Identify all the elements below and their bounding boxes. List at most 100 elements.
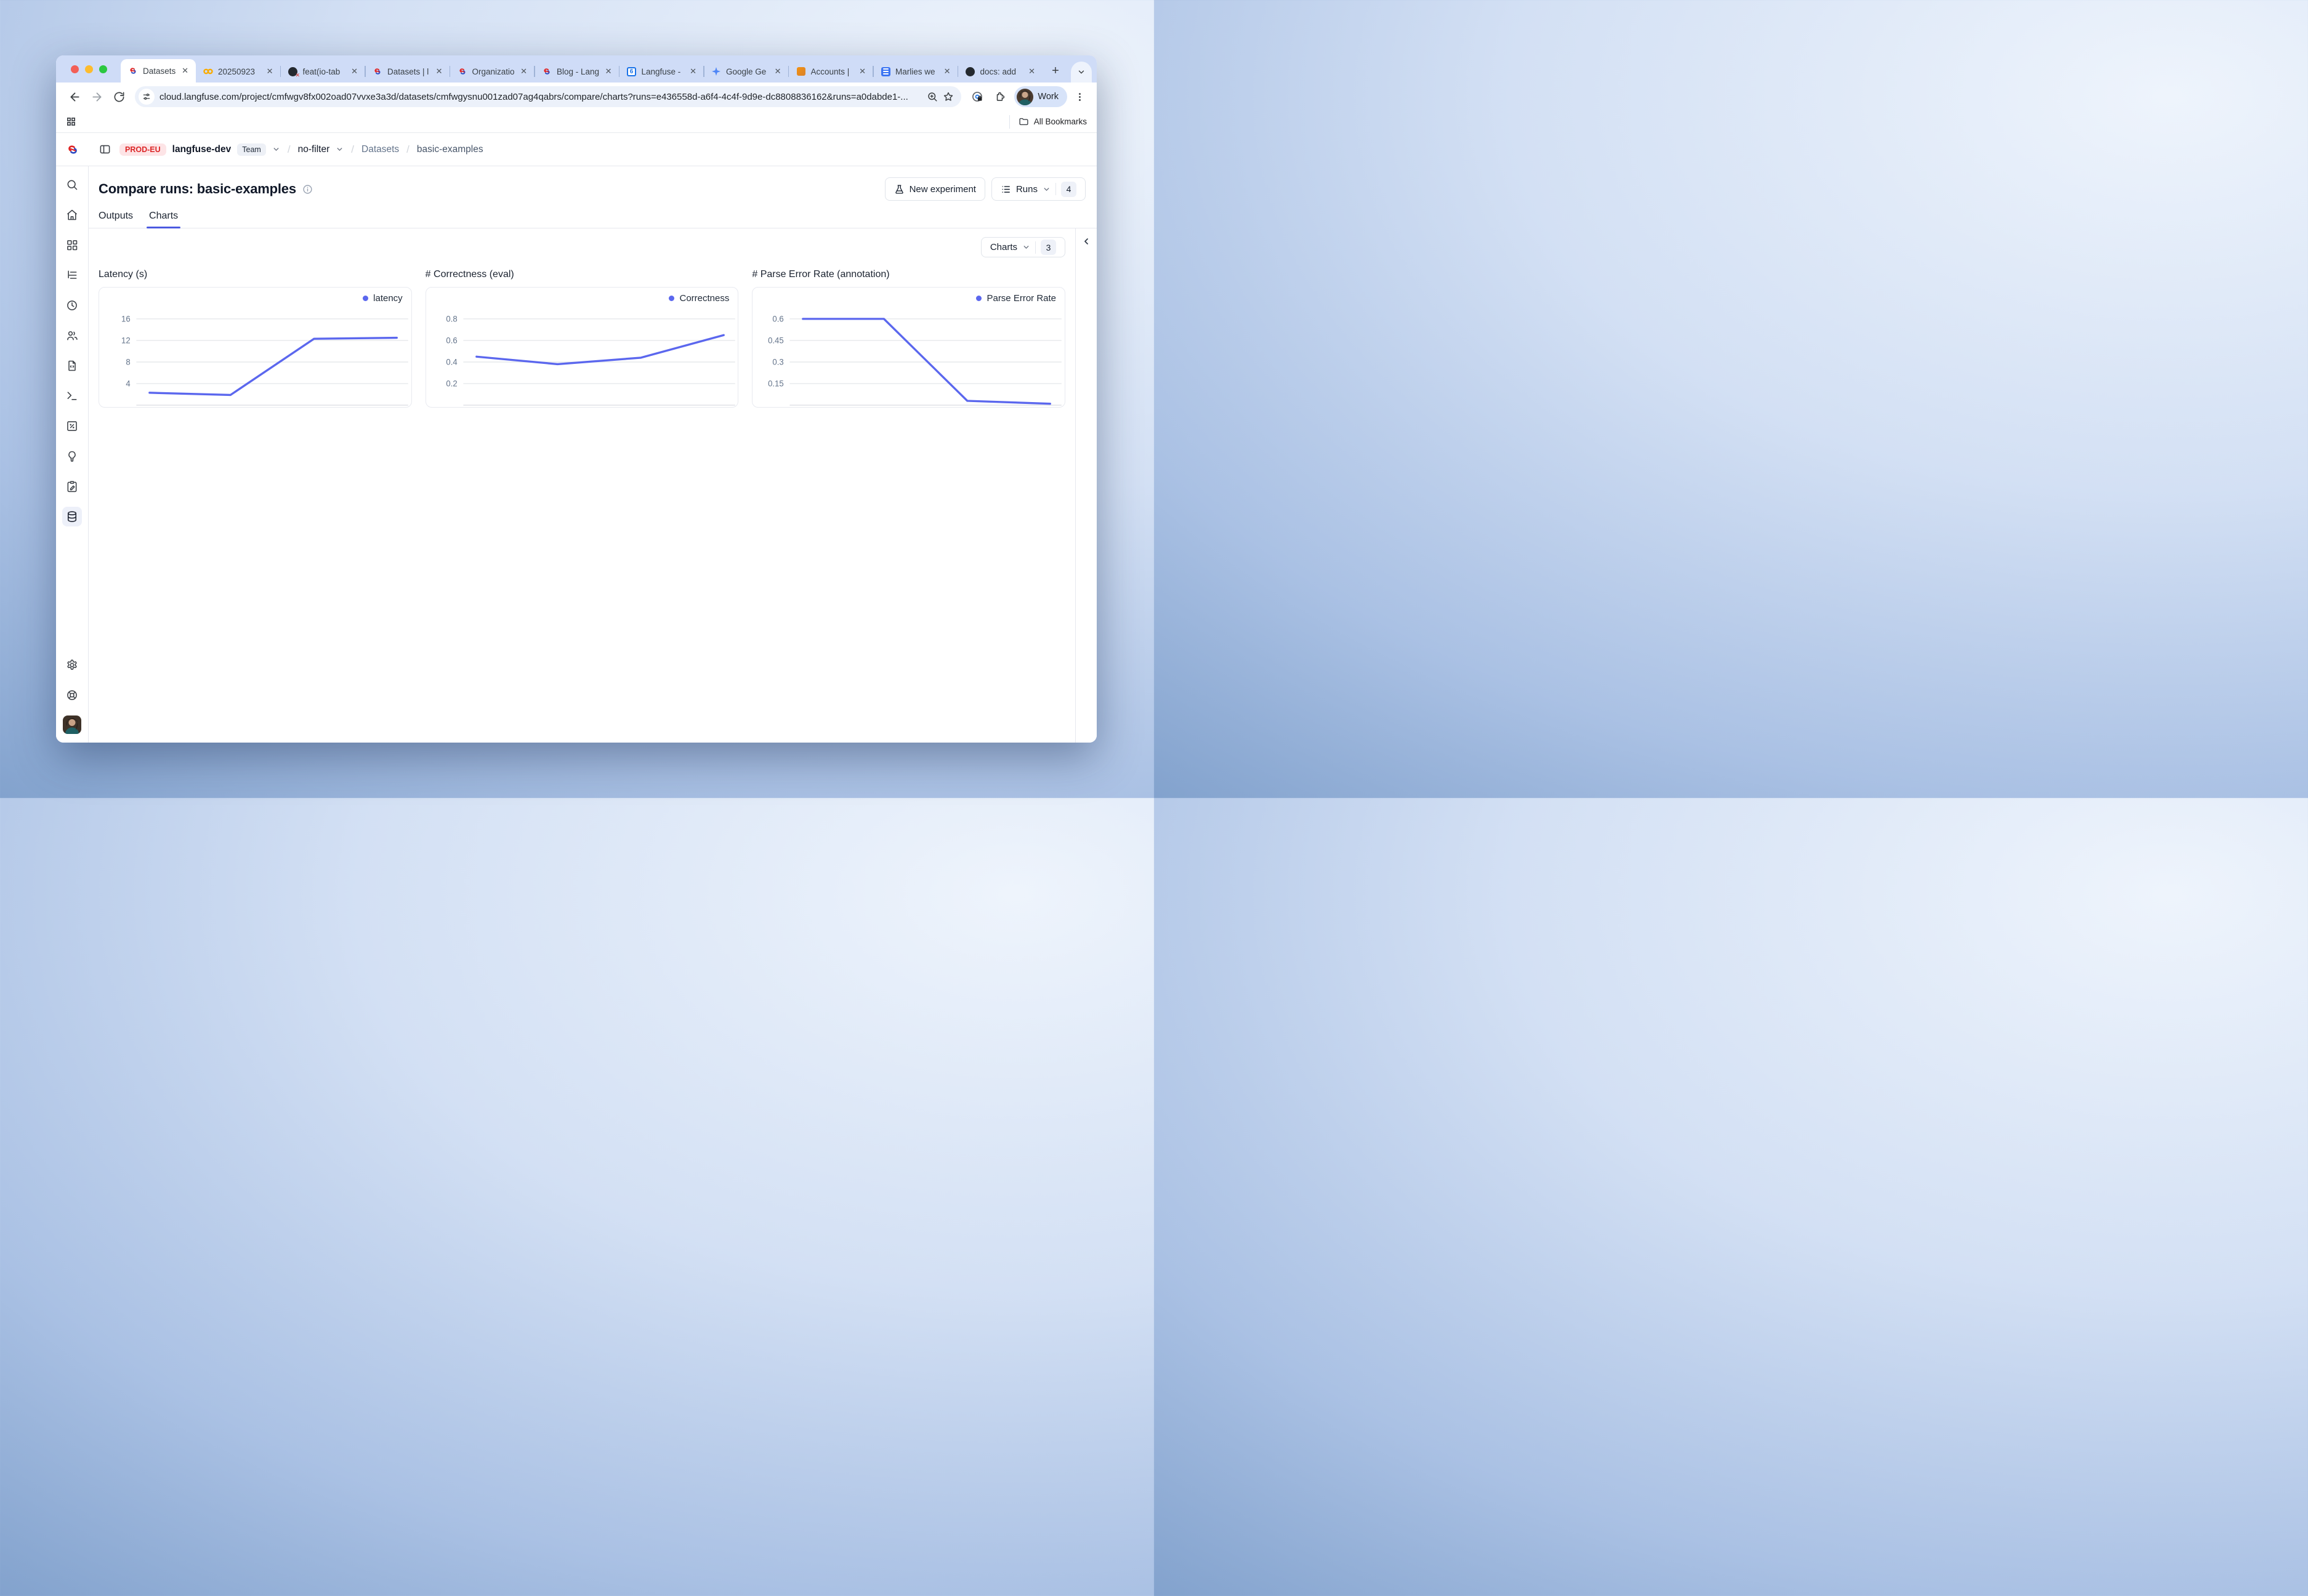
forward-arrow-icon [91, 91, 103, 103]
tab-title: Datasets | l [387, 67, 430, 76]
sidebar-item-settings[interactable] [62, 655, 82, 675]
tab-outputs[interactable]: Outputs [99, 211, 133, 228]
url-bar[interactable]: cloud.langfuse.com/project/cmfwgv8fx002o… [135, 86, 961, 107]
collapse-panel-chevron-icon[interactable] [1081, 236, 1091, 246]
bookmark-star-icon[interactable] [943, 91, 954, 102]
reload-button[interactable] [109, 87, 129, 107]
user-avatar[interactable] [63, 715, 81, 734]
close-tab-icon[interactable]: ✕ [350, 66, 359, 76]
minimize-window-button[interactable] [85, 65, 93, 73]
right-rail [1076, 228, 1097, 743]
browser-tab[interactable]: feat(io-tab ✕ [281, 60, 366, 83]
terminal-icon [66, 390, 78, 402]
clipboard-pen-icon [66, 480, 78, 493]
window-controls [56, 55, 121, 83]
svg-text:12: 12 [121, 336, 131, 345]
list-tree-icon [66, 269, 78, 281]
breadcrumb-separator: / [286, 143, 292, 156]
breadcrumb-dataset-name[interactable]: basic-examples [417, 144, 483, 155]
close-tab-icon[interactable]: ✕ [435, 66, 444, 76]
close-tab-icon[interactable]: ✕ [604, 66, 613, 76]
chart-section: # Parse Error Rate (annotation) 0.150.30… [752, 269, 1065, 408]
sidebar-item-home[interactable] [62, 205, 82, 225]
forward-button[interactable] [87, 87, 107, 107]
page-title: Compare runs: basic-examples [99, 181, 296, 197]
project-name[interactable]: no-filter [298, 144, 330, 155]
close-tab-icon[interactable]: ✕ [943, 66, 952, 76]
maximize-window-button[interactable] [99, 65, 107, 73]
password-manager-icon[interactable] [967, 87, 987, 107]
app-header: PROD-EU langfuse-dev Team / no-filter / … [56, 133, 1097, 166]
sidebar-item-sessions[interactable] [62, 296, 82, 315]
org-switcher-chevron-icon[interactable] [272, 145, 280, 153]
sidebar-item-tracing[interactable] [62, 265, 82, 285]
folder-icon [1019, 116, 1029, 127]
search-icon [66, 179, 78, 191]
project-switcher-chevron-icon[interactable] [336, 145, 344, 153]
sidebar-item-users[interactable] [62, 326, 82, 345]
sidebar-toggle-button[interactable] [96, 141, 113, 158]
browser-tab[interactable]: docs: add ✕ [958, 60, 1043, 83]
close-tab-icon[interactable]: ✕ [519, 66, 528, 76]
chart-title: # Parse Error Rate (annotation) [752, 269, 1065, 280]
close-tab-icon[interactable]: ✕ [180, 66, 190, 76]
sidebar-item-annotation[interactable] [62, 477, 82, 496]
zoom-in-icon[interactable] [927, 91, 938, 102]
legend-dot-icon [669, 296, 674, 301]
tab-search-button[interactable] [1071, 62, 1092, 83]
svg-text:0.4: 0.4 [446, 357, 457, 366]
close-tab-icon[interactable]: ✕ [773, 66, 783, 76]
browser-tab[interactable]: Datasets | l ✕ [365, 60, 450, 83]
info-icon[interactable] [302, 184, 313, 195]
chart-card: 0.20.40.60.8 Correctness [426, 287, 739, 408]
runs-dropdown-button[interactable]: Runs 4 [991, 177, 1086, 201]
env-badge: PROD-EU [119, 143, 166, 156]
sidebar-item-suggestions[interactable] [62, 446, 82, 466]
svg-text:4: 4 [126, 379, 130, 388]
sidebar-item-playground[interactable] [62, 386, 82, 406]
browser-tab[interactable]: Blog - Lang ✕ [535, 60, 619, 83]
browser-tab[interactable]: Google Ge ✕ [704, 60, 789, 83]
chart-section: Latency (s) 481216 latency [99, 269, 412, 408]
org-name[interactable]: langfuse-dev [172, 144, 232, 155]
legend-dot-icon [976, 296, 982, 301]
close-tab-icon[interactable]: ✕ [265, 66, 275, 76]
browser-tab[interactable]: 20250923 ✕ [196, 60, 281, 83]
browser-menu-button[interactable] [1070, 87, 1089, 107]
extensions-puzzle-icon[interactable] [990, 87, 1009, 107]
apps-grid-icon[interactable] [66, 116, 76, 127]
sidebar-item-dashboards[interactable] [62, 235, 82, 255]
chart-card: 0.150.30.450.6 Parse Error Rate [752, 287, 1065, 408]
site-settings-icon[interactable] [139, 89, 155, 105]
new-experiment-label: New experiment [910, 184, 976, 195]
browser-tab[interactable]: Accounts | ✕ [789, 60, 874, 83]
github-ci-failed-icon [288, 67, 297, 76]
sidebar-item-datasets[interactable] [62, 507, 82, 526]
new-experiment-button[interactable]: New experiment [885, 177, 985, 201]
breadcrumb-datasets-link[interactable]: Datasets [361, 144, 399, 155]
url-text[interactable]: cloud.langfuse.com/project/cmfwgv8fx002o… [159, 92, 922, 102]
browser-tab[interactable]: Datasets | L ✕ [121, 59, 196, 83]
charts-dropdown-button[interactable]: Charts 3 [981, 237, 1065, 257]
close-tab-icon[interactable]: ✕ [858, 66, 867, 76]
browser-tab[interactable]: Organizatio ✕ [450, 60, 535, 83]
browser-tab[interactable]: Marlies we ✕ [873, 60, 958, 83]
all-bookmarks-button[interactable]: All Bookmarks [1009, 115, 1087, 129]
sidebar-item-evaluation[interactable] [62, 416, 82, 436]
sidebar-item-prompts[interactable] [62, 356, 82, 376]
browser-tab[interactable]: 6 Langfuse - ✕ [619, 60, 704, 83]
close-tab-icon[interactable]: ✕ [1027, 66, 1036, 76]
close-tab-icon[interactable]: ✕ [688, 66, 698, 76]
square-percent-icon [66, 420, 78, 432]
close-window-button[interactable] [71, 65, 79, 73]
svg-text:0.2: 0.2 [446, 379, 457, 388]
new-tab-button[interactable]: + [1046, 62, 1065, 80]
charts-label: Charts [990, 242, 1017, 252]
sidebar-item-support[interactable] [62, 685, 82, 705]
langfuse-favicon [128, 66, 138, 76]
sidebar-item-search[interactable] [62, 175, 82, 195]
profile-chip[interactable]: Work [1014, 86, 1067, 107]
tab-charts[interactable]: Charts [149, 211, 178, 228]
back-button[interactable] [65, 87, 84, 107]
langfuse-logo[interactable] [56, 142, 89, 157]
